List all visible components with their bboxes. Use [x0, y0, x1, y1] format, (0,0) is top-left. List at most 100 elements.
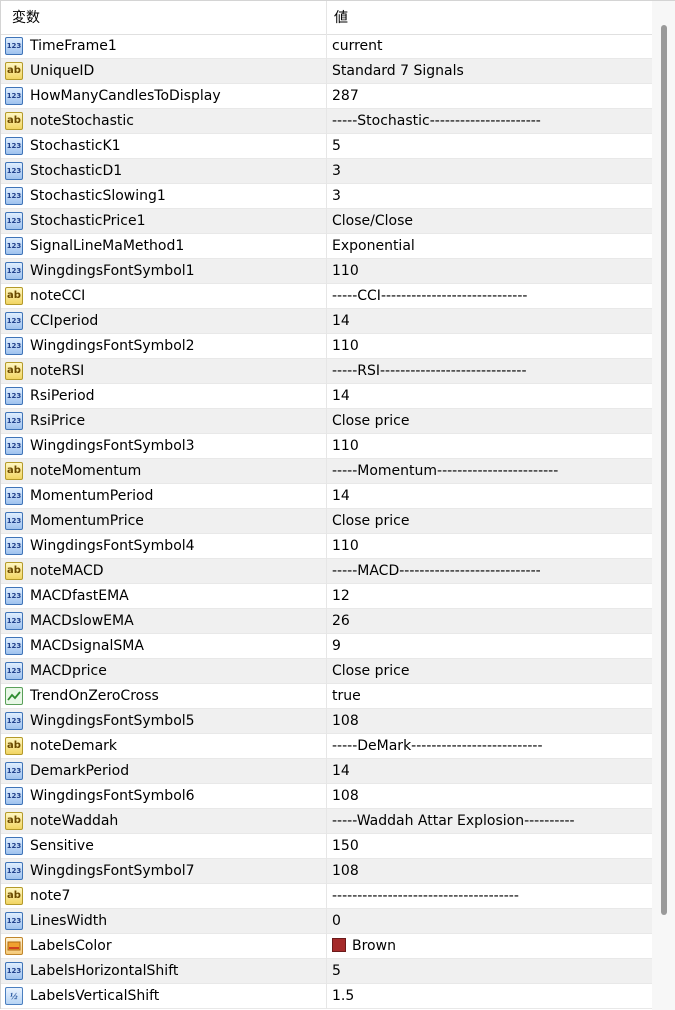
- parameter-row[interactable]: 123 DemarkPeriod 14: [1, 759, 652, 784]
- parameter-value[interactable]: 150: [332, 834, 359, 859]
- parameter-row[interactable]: 123 RsiPeriod 14: [1, 384, 652, 409]
- parameter-row[interactable]: LabelsColor Brown: [1, 934, 652, 959]
- parameter-row[interactable]: 123 HowManyCandlesToDisplay 287: [1, 84, 652, 109]
- parameter-value[interactable]: 108: [332, 859, 359, 884]
- parameter-row[interactable]: ab noteRSI -----RSI-----------------------…: [1, 359, 652, 384]
- parameter-name: WingdingsFontSymbol1: [30, 263, 195, 279]
- header-variable[interactable]: 変数: [12, 1, 40, 34]
- string-icon: ab: [5, 287, 23, 305]
- parameter-row[interactable]: 123 TimeFrame1 current: [1, 34, 652, 59]
- color-swatch[interactable]: [332, 938, 346, 952]
- parameter-value[interactable]: Close price: [332, 509, 409, 534]
- column-divider: [326, 484, 327, 509]
- parameter-row[interactable]: 123 LabelsHorizontalShift 5: [1, 959, 652, 984]
- parameter-row[interactable]: ab noteStochastic -----Stochastic---------…: [1, 109, 652, 134]
- parameter-row[interactable]: ab noteMACD -----MACD---------------------…: [1, 559, 652, 584]
- parameter-value[interactable]: 110: [332, 259, 359, 284]
- parameter-row[interactable]: 123 WingdingsFontSymbol7 108: [1, 859, 652, 884]
- parameter-row[interactable]: ab noteWaddah -----Waddah Attar Explosion-…: [1, 809, 652, 834]
- parameter-value[interactable]: 110: [332, 334, 359, 359]
- parameter-value[interactable]: 5: [332, 959, 341, 984]
- parameter-value[interactable]: Close/Close: [332, 209, 413, 234]
- parameter-value[interactable]: -----Stochastic----------------------: [332, 109, 541, 134]
- parameter-row[interactable]: 123 MACDslowEMA 26: [1, 609, 652, 634]
- parameter-row[interactable]: 123 MACDprice Close price: [1, 659, 652, 684]
- parameter-value[interactable]: 3: [332, 159, 341, 184]
- parameter-row[interactable]: 123 CCIperiod 14: [1, 309, 652, 334]
- parameter-name: MomentumPeriod: [30, 488, 154, 504]
- parameter-value[interactable]: 12: [332, 584, 350, 609]
- parameter-row[interactable]: 123 WingdingsFontSymbol2 110: [1, 334, 652, 359]
- parameter-row[interactable]: 123 WingdingsFontSymbol5 108: [1, 709, 652, 734]
- parameter-value[interactable]: 108: [332, 709, 359, 734]
- parameter-row[interactable]: 123 StochasticSlowing1 3: [1, 184, 652, 209]
- parameter-value[interactable]: Brown: [332, 934, 396, 959]
- parameter-row[interactable]: TrendOnZeroCross true: [1, 684, 652, 709]
- parameter-value[interactable]: -----Momentum------------------------: [332, 459, 558, 484]
- parameter-value[interactable]: 1.5: [332, 984, 354, 1009]
- parameter-row[interactable]: 123 MACDfastEMA 12: [1, 584, 652, 609]
- parameter-value[interactable]: Close price: [332, 409, 409, 434]
- parameter-row[interactable]: ab UniqueID Standard 7 Signals: [1, 59, 652, 84]
- scrollbar-thumb[interactable]: [661, 25, 667, 915]
- column-divider: [326, 809, 327, 834]
- parameter-name: WingdingsFontSymbol2: [30, 338, 195, 354]
- parameter-row[interactable]: 123 RsiPrice Close price: [1, 409, 652, 434]
- integer-icon: 123: [5, 762, 23, 780]
- parameter-value[interactable]: Standard 7 Signals: [332, 59, 464, 84]
- parameter-row[interactable]: 123 MomentumPeriod 14: [1, 484, 652, 509]
- parameter-name: LabelsHorizontalShift: [30, 963, 179, 979]
- parameter-row[interactable]: 123 StochasticD1 3: [1, 159, 652, 184]
- parameter-value[interactable]: Exponential: [332, 234, 415, 259]
- parameter-name: DemarkPeriod: [30, 763, 130, 779]
- parameter-value[interactable]: -------------------------------------: [332, 884, 519, 909]
- integer-icon: 123: [5, 312, 23, 330]
- parameter-value[interactable]: -----CCI-----------------------------: [332, 284, 527, 309]
- parameter-value[interactable]: 3: [332, 184, 341, 209]
- column-divider: [326, 59, 327, 84]
- parameter-row[interactable]: ab noteDemark -----DeMark-----------------…: [1, 734, 652, 759]
- parameter-value[interactable]: Close price: [332, 659, 409, 684]
- parameter-value[interactable]: 14: [332, 309, 350, 334]
- parameter-row[interactable]: ab note7 ---------------------------------…: [1, 884, 652, 909]
- header-divider[interactable]: [326, 1, 327, 34]
- parameter-row[interactable]: ab noteCCI -----CCI-----------------------…: [1, 284, 652, 309]
- parameter-row[interactable]: 123 StochasticK1 5: [1, 134, 652, 159]
- column-divider: [326, 359, 327, 384]
- parameter-value[interactable]: 287: [332, 84, 359, 109]
- parameter-value[interactable]: 9: [332, 634, 341, 659]
- integer-icon: 123: [5, 487, 23, 505]
- parameter-value[interactable]: 110: [332, 434, 359, 459]
- parameter-value[interactable]: -----MACD----------------------------: [332, 559, 541, 584]
- parameter-row[interactable]: 123 SignalLineMaMethod1 Exponential: [1, 234, 652, 259]
- parameter-row[interactable]: ½ LabelsVerticalShift 1.5: [1, 984, 652, 1009]
- parameter-row[interactable]: 123 MomentumPrice Close price: [1, 509, 652, 534]
- parameter-value[interactable]: 110: [332, 534, 359, 559]
- parameter-row[interactable]: ab noteMomentum -----Momentum-------------…: [1, 459, 652, 484]
- parameter-row[interactable]: 123 LinesWidth 0: [1, 909, 652, 934]
- parameter-row[interactable]: 123 WingdingsFontSymbol6 108: [1, 784, 652, 809]
- parameter-value[interactable]: 14: [332, 484, 350, 509]
- parameter-row[interactable]: 123 WingdingsFontSymbol3 110: [1, 434, 652, 459]
- header-value[interactable]: 値: [334, 1, 348, 34]
- column-divider: [326, 459, 327, 484]
- parameter-row[interactable]: 123 WingdingsFontSymbol4 110: [1, 534, 652, 559]
- parameter-value[interactable]: 14: [332, 759, 350, 784]
- parameter-row[interactable]: 123 MACDsignalSMA 9: [1, 634, 652, 659]
- parameter-value[interactable]: true: [332, 684, 361, 709]
- parameter-value[interactable]: 14: [332, 384, 350, 409]
- parameter-value[interactable]: 108: [332, 784, 359, 809]
- parameter-value[interactable]: -----DeMark--------------------------: [332, 734, 543, 759]
- parameter-value[interactable]: 26: [332, 609, 350, 634]
- parameter-value[interactable]: -----RSI-----------------------------: [332, 359, 527, 384]
- parameter-value[interactable]: 5: [332, 134, 341, 159]
- parameter-value[interactable]: current: [332, 34, 383, 59]
- parameter-value[interactable]: -----Waddah Attar Explosion----------: [332, 809, 575, 834]
- parameter-row[interactable]: 123 WingdingsFontSymbol1 110: [1, 259, 652, 284]
- parameter-row[interactable]: 123 StochasticPrice1 Close/Close: [1, 209, 652, 234]
- column-divider: [326, 134, 327, 159]
- string-icon: ab: [5, 462, 23, 480]
- parameter-value[interactable]: 0: [332, 909, 341, 934]
- color-icon: [5, 937, 23, 955]
- parameter-row[interactable]: 123 Sensitive 150: [1, 834, 652, 859]
